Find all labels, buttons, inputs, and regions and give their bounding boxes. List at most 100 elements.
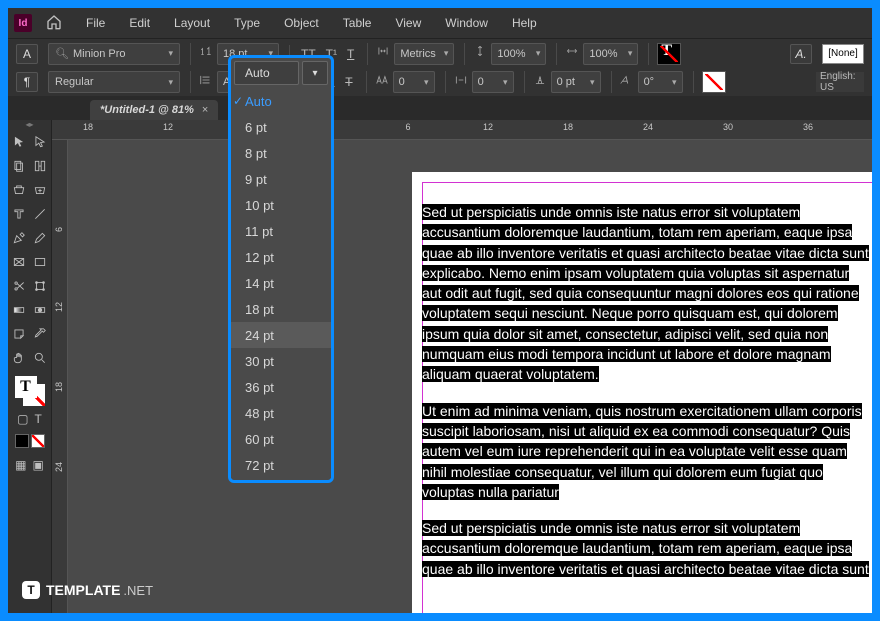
menu-type[interactable]: Type xyxy=(234,16,260,30)
scissors-tool-icon[interactable] xyxy=(8,274,30,298)
dropdown-item[interactable]: 11 pt xyxy=(231,218,331,244)
baseline-shift-field[interactable]: 0 pt▾ xyxy=(551,71,601,93)
dropdown-item[interactable]: 12 pt xyxy=(231,244,331,270)
gap-tool-icon[interactable] xyxy=(30,154,52,178)
baseline-shift-value: 0 pt xyxy=(557,76,575,88)
stroke-swatch[interactable] xyxy=(702,71,726,93)
menu-help[interactable]: Help xyxy=(512,16,537,30)
pen-tool-icon[interactable] xyxy=(8,226,30,250)
tracking2-value: 0 xyxy=(478,76,484,88)
dropdown-item[interactable]: 9 pt xyxy=(231,166,331,192)
pencil-tool-icon[interactable] xyxy=(30,226,52,250)
chevron-down-icon: ▾ xyxy=(312,68,317,79)
search-icon: 🔍︎ xyxy=(55,47,69,60)
template-brand-label: TEMPLATE xyxy=(46,582,120,598)
preview-view-icon[interactable]: ▣ xyxy=(33,458,44,472)
menu-object[interactable]: Object xyxy=(284,16,319,30)
font-style-combo[interactable]: Regular ▾ xyxy=(48,71,180,93)
dropdown-item[interactable]: 48 pt xyxy=(231,400,331,426)
line-tool-icon[interactable] xyxy=(30,202,52,226)
dropdown-item[interactable]: 10 pt xyxy=(231,192,331,218)
dropdown-item[interactable]: 24 pt xyxy=(231,322,331,348)
watermark-badge: T TEMPLATE.NET xyxy=(22,581,153,599)
horizontal-scale-icon xyxy=(565,44,579,63)
menu-layout[interactable]: Layout xyxy=(174,16,210,30)
eyedropper-tool-icon[interactable] xyxy=(30,322,52,346)
free-transform-tool-icon[interactable] xyxy=(30,274,52,298)
font-style-value: Regular xyxy=(55,76,94,88)
paragraph-format-mode-icon[interactable]: ¶ xyxy=(16,72,38,92)
dropdown-item[interactable]: 6 pt xyxy=(231,114,331,140)
app-logo-icon[interactable]: Id xyxy=(14,14,32,32)
tracking2-field[interactable]: 0▾ xyxy=(472,71,514,93)
char-style-field[interactable]: [None] xyxy=(822,44,864,64)
tracking2-icon xyxy=(454,73,468,92)
chevron-down-icon: ▾ xyxy=(168,48,173,59)
direct-selection-tool-icon[interactable] xyxy=(30,130,52,154)
skew-value: 0° xyxy=(644,76,655,88)
underline-button[interactable]: T xyxy=(344,45,357,63)
ruler-tick: 6 xyxy=(398,122,418,132)
vertical-scale-value: 100% xyxy=(497,48,525,60)
fill-stroke-swatch[interactable]: T xyxy=(15,376,45,404)
dropdown-item[interactable]: 60 pt xyxy=(231,426,331,452)
document-tab[interactable]: *Untitled-1 @ 81% × xyxy=(90,100,218,120)
rectangle-tool-icon[interactable] xyxy=(30,250,52,274)
zoom-tool-icon[interactable] xyxy=(30,346,52,370)
horizontal-scale-field[interactable]: 100% ▾ xyxy=(583,43,638,65)
dropdown-item[interactable]: 18 pt xyxy=(231,296,331,322)
dropdown-toggle-button[interactable]: ▾ xyxy=(302,61,328,85)
apply-none-icon[interactable] xyxy=(31,434,45,448)
document-page[interactable]: Sed ut perspiciatis unde omnis iste natu… xyxy=(412,172,872,613)
note-tool-icon[interactable] xyxy=(8,322,30,346)
menu-file[interactable]: File xyxy=(86,16,105,30)
content-placer-tool-icon[interactable] xyxy=(30,178,52,202)
menu-view[interactable]: View xyxy=(395,16,421,30)
hand-tool-icon[interactable] xyxy=(8,346,30,370)
format-container-icon[interactable]: ▢ xyxy=(17,412,28,426)
menu-edit[interactable]: Edit xyxy=(129,16,150,30)
type-tool-icon[interactable] xyxy=(8,202,30,226)
dropdown-item[interactable]: 8 pt xyxy=(231,140,331,166)
dropdown-item-auto[interactable]: Auto xyxy=(231,88,331,114)
tracking-field[interactable]: 0▾ xyxy=(393,71,435,93)
dropdown-item[interactable]: 14 pt xyxy=(231,270,331,296)
content-collector-tool-icon[interactable] xyxy=(8,178,30,202)
vertical-scale-field[interactable]: 100% ▾ xyxy=(491,43,546,65)
language-field[interactable]: English: US xyxy=(816,72,864,92)
menu-table[interactable]: Table xyxy=(343,16,372,30)
character-format-mode-icon[interactable]: A xyxy=(16,44,38,64)
format-text-icon[interactable]: T xyxy=(35,412,42,426)
strikethrough-button[interactable]: T xyxy=(342,73,355,91)
page-tool-icon[interactable] xyxy=(8,154,30,178)
home-icon[interactable] xyxy=(46,14,62,33)
gradient-swatch-tool-icon[interactable] xyxy=(8,298,30,322)
control-bar-row2: ¶ Regular ▾ Auto▾ Tᴛ T₁ T 0▾ 0▾ 0 pt▾ 0° xyxy=(8,68,872,96)
skew-field[interactable]: 0°▾ xyxy=(638,71,683,93)
menu-window[interactable]: Window xyxy=(445,16,488,30)
normal-view-icon[interactable]: ▦ xyxy=(15,458,26,472)
close-icon[interactable]: × xyxy=(202,104,208,116)
font-family-combo[interactable]: 🔍︎ Minion Pro ▾ xyxy=(48,43,180,65)
dropdown-current-field[interactable]: Auto xyxy=(234,61,299,85)
document-tabstrip: *Untitled-1 @ 81% × xyxy=(8,96,872,120)
kerning-field[interactable]: Metrics ▾ xyxy=(394,43,454,65)
chevron-down-icon: ▾ xyxy=(497,77,508,88)
dropdown-item[interactable]: 72 pt xyxy=(231,452,331,478)
selection-tool-icon[interactable] xyxy=(8,130,30,154)
horizontal-ruler[interactable]: 18 12 6 0 6 12 18 24 30 36 xyxy=(52,120,872,140)
vertical-ruler[interactable]: 6 12 18 24 xyxy=(52,140,68,613)
apply-color-icon[interactable] xyxy=(15,434,29,448)
rectangle-frame-tool-icon[interactable] xyxy=(8,250,30,274)
control-bar-row1: A 🔍︎ Minion Pro ▾ 18 pt ▾ TT T¹ T Metric… xyxy=(8,38,872,68)
gradient-feather-tool-icon[interactable] xyxy=(30,298,52,322)
toolbox-handle[interactable]: ◂▸ xyxy=(8,120,51,130)
dropdown-item[interactable]: 36 pt xyxy=(231,374,331,400)
baseline-shift-icon xyxy=(533,73,547,92)
canvas[interactable]: 18 12 6 0 6 12 18 24 30 36 6 12 18 24 xyxy=(52,120,872,613)
dropdown-item[interactable]: 30 pt xyxy=(231,348,331,374)
tracking-icon xyxy=(375,73,389,92)
fill-swatch[interactable]: T xyxy=(657,43,681,65)
text-frame[interactable]: Sed ut perspiciatis unde omnis iste natu… xyxy=(422,202,872,595)
kerning-value: Metrics xyxy=(400,48,435,60)
